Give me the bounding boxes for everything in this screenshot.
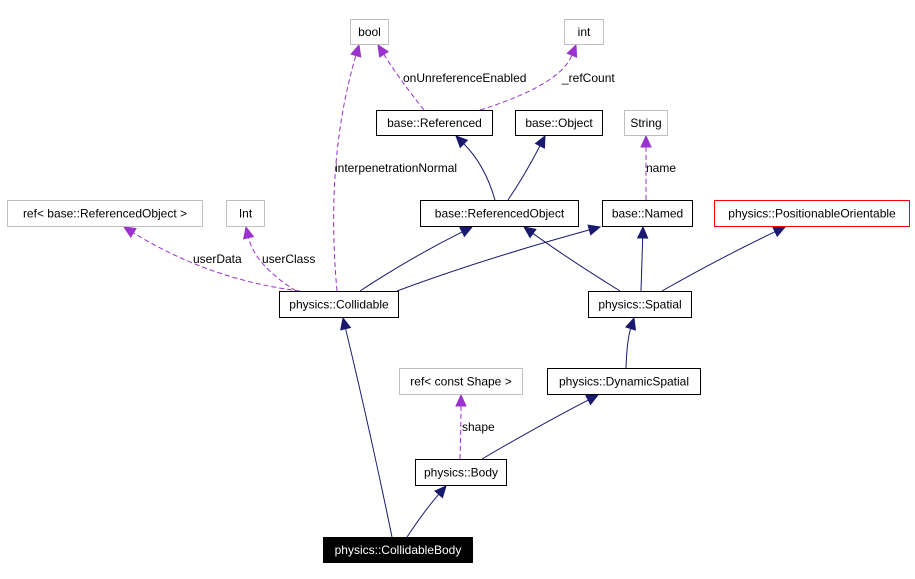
node-label: ref< base::ReferencedObject > xyxy=(23,207,187,221)
edge-label: name xyxy=(646,161,676,175)
edge-line xyxy=(507,145,541,201)
node-label: base::Referenced xyxy=(387,116,482,130)
node-label: physics::Spatial xyxy=(598,298,681,312)
edge-line xyxy=(532,233,621,292)
edge-label: shape xyxy=(462,420,495,434)
class-node-named[interactable]: base::Named xyxy=(602,200,693,227)
inheritance-edge xyxy=(636,225,649,292)
inheritance-edge xyxy=(359,226,474,292)
inheritance-edge xyxy=(481,394,600,460)
edge-line xyxy=(396,229,590,292)
arrowhead-icon xyxy=(377,43,390,58)
inheritance-edge xyxy=(507,134,546,201)
member-edge: name xyxy=(640,134,676,200)
edge-line xyxy=(625,328,632,369)
edge-line xyxy=(463,143,496,201)
node-label: ref< const Shape > xyxy=(410,375,511,389)
edge-line xyxy=(640,237,644,292)
node-label: int xyxy=(578,25,591,39)
edge-label: userData xyxy=(193,252,242,266)
inheritance-edge xyxy=(396,224,602,292)
member-edge: onUnreferenceEnabled xyxy=(377,43,526,111)
class-node-string: String xyxy=(624,110,668,136)
class-node-object[interactable]: base::Object xyxy=(515,110,603,136)
node-label: String xyxy=(630,116,661,130)
arrowhead-icon xyxy=(122,226,137,238)
class-node-collidable[interactable]: physics::Collidable xyxy=(279,291,399,318)
arrowhead-icon xyxy=(350,43,362,58)
arrowhead-icon xyxy=(772,226,787,238)
class-node-posor[interactable]: physics::PositionableOrientable xyxy=(714,200,910,227)
edge-line xyxy=(459,405,462,460)
member-edge: shape xyxy=(455,393,495,460)
arrowhead-icon xyxy=(455,393,467,407)
class-node-collbody[interactable]: physics::CollidableBody xyxy=(323,537,473,563)
inheritance-edge xyxy=(340,316,393,538)
arrowhead-icon xyxy=(585,394,600,406)
collaboration-diagram: interpenetrationNormal onUnreferenceEnabl… xyxy=(7,19,910,563)
edge-line xyxy=(661,231,776,292)
edge-label: interpenetrationNormal xyxy=(335,161,457,175)
class-node-referenced[interactable]: base::Referenced xyxy=(376,110,493,136)
inheritance-edge xyxy=(523,226,621,292)
arrowhead-icon xyxy=(625,316,637,331)
edge-line xyxy=(481,399,589,460)
inheritance-edge xyxy=(661,226,787,292)
class-node-refobj[interactable]: base::ReferencedObject xyxy=(420,200,579,227)
inheritance-edge xyxy=(625,316,637,369)
arrowhead-icon xyxy=(640,134,652,148)
arrowhead-icon xyxy=(636,225,649,239)
node-label: Int xyxy=(239,207,253,221)
member-edge: userClass xyxy=(243,225,315,292)
node-label: physics::Collidable xyxy=(289,298,389,312)
arrowhead-icon xyxy=(243,225,255,240)
arrowhead-icon xyxy=(566,43,578,58)
edge-label: onUnreferenceEnabled xyxy=(403,71,526,85)
class-node-int: int xyxy=(564,19,604,45)
node-label: bool xyxy=(358,25,381,39)
edge-line xyxy=(406,493,440,538)
node-label: physics::PositionableOrientable xyxy=(728,207,896,221)
edge-line xyxy=(345,328,393,538)
class-node-int: Int xyxy=(226,200,265,227)
class-node-spatial[interactable]: physics::Spatial xyxy=(588,291,692,318)
class-node-ref-ro: ref< base::ReferencedObject > xyxy=(7,200,203,227)
arrowhead-icon xyxy=(534,134,546,149)
node-label: physics::DynamicSpatial xyxy=(559,375,689,389)
arrowhead-icon xyxy=(340,316,352,331)
node-label: physics::Body xyxy=(424,466,498,480)
inheritance-edge xyxy=(406,485,447,538)
edge-line xyxy=(359,231,463,292)
arrowhead-icon xyxy=(523,226,537,239)
class-node-ref-shape: ref< const Shape > xyxy=(399,368,523,395)
edge-label: userClass xyxy=(262,252,315,266)
node-label: physics::CollidableBody xyxy=(335,543,462,557)
inheritance-edge xyxy=(455,135,496,201)
class-node-body[interactable]: physics::Body xyxy=(415,459,507,486)
arrowhead-icon xyxy=(434,485,447,499)
arrowhead-icon xyxy=(459,226,474,238)
arrowhead-icon xyxy=(587,224,602,236)
node-label: base::Object xyxy=(525,116,593,130)
class-node-dynspatial[interactable]: physics::DynamicSpatial xyxy=(547,368,701,395)
edge-label: _refCount xyxy=(561,71,615,85)
node-label: base::ReferencedObject xyxy=(435,207,565,221)
class-node-bool: bool xyxy=(350,19,389,45)
node-label: base::Named xyxy=(612,207,683,221)
